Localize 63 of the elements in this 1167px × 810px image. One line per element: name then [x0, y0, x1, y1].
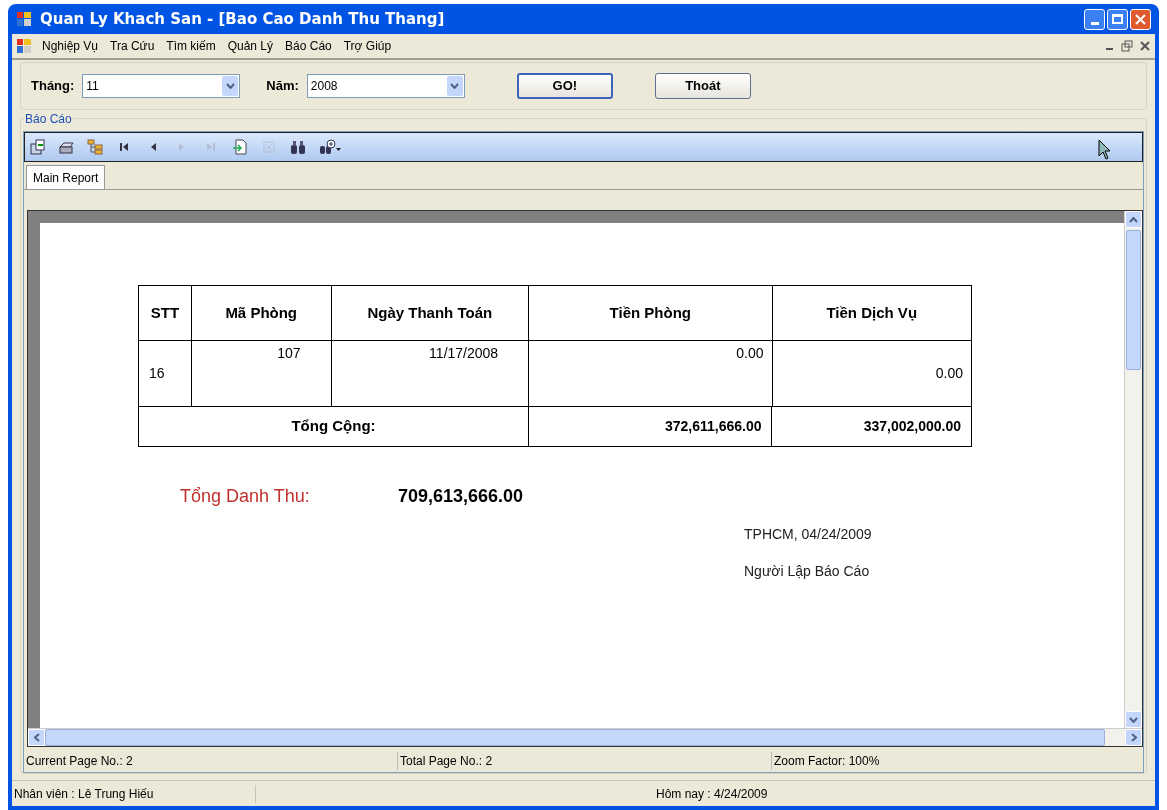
caret-up-icon — [1129, 216, 1138, 223]
go-to-page-icon[interactable] — [232, 139, 248, 155]
scroll-up-button[interactable] — [1125, 211, 1142, 228]
minimize-button[interactable] — [1084, 8, 1105, 30]
place-date: TPHCM, 04/24/2009 — [744, 525, 873, 544]
caret-down-icon — [1129, 716, 1138, 723]
close-button[interactable] — [1130, 8, 1151, 30]
table-cell-text: 16 — [148, 364, 166, 383]
total-label: Tổng Cộng: — [290, 416, 377, 437]
menu-item[interactable]: Nghiệp Vụ — [36, 37, 105, 55]
button[interactable]: Thoát — [654, 73, 751, 99]
grand-total-value: 709,613,666.00 — [398, 485, 524, 508]
binoculars-icon[interactable] — [290, 139, 306, 155]
vertical-scrollbar[interactable] — [1124, 211, 1142, 728]
dropdown[interactable]: 2008 — [306, 74, 465, 98]
dropdown[interactable]: 11 — [82, 74, 241, 98]
window-title: Quan Ly Khach San - [Bao Cao Danh Thu Thang] — [40, 8, 445, 30]
scroll-down-button[interactable] — [1125, 711, 1142, 728]
scroll-left-button[interactable] — [28, 729, 45, 746]
column-header: Mã Phòng — [190, 286, 331, 340]
status-text: Zoom Factor: 100% — [773, 753, 881, 770]
column-header: Ngày Thanh Toán — [330, 286, 529, 340]
table-cell: 107 — [190, 341, 331, 406]
button[interactable]: GO! — [516, 73, 613, 99]
table-cell: 0.00 — [771, 341, 971, 406]
status-text: Current Page No.: 2 — [24, 752, 398, 770]
column-header: STT — [149, 302, 181, 323]
caret-down-icon — [450, 83, 460, 89]
menu-item[interactable]: Quản Lý — [221, 37, 280, 55]
field-label: Tháng: — [31, 77, 75, 96]
status-text: Total Page No.: 2 — [398, 752, 772, 770]
scrollbar-thumb[interactable] — [1126, 230, 1141, 370]
printer-icon[interactable] — [58, 139, 74, 155]
tab[interactable]: Main Report — [26, 165, 106, 189]
cursor-icon — [1098, 139, 1112, 161]
column-header: Tiền Phòng — [528, 286, 772, 340]
menu-item[interactable]: Tìm kiếm — [160, 37, 222, 55]
grand-total-label: Tổng Danh Thu: — [180, 485, 311, 508]
maximize-button[interactable] — [1107, 8, 1128, 30]
table-cell: 0.00 — [528, 341, 772, 406]
table-cell: 11/17/2008 — [330, 341, 529, 406]
export-icon[interactable] — [29, 139, 45, 155]
menu-item[interactable]: Tra Cứu — [104, 37, 161, 55]
total-value: 372,611,666.00 — [528, 407, 772, 446]
total-value: 337,002,000.00 — [771, 407, 971, 446]
tree-icon[interactable] — [87, 139, 103, 155]
close-icon[interactable] — [1139, 40, 1151, 52]
status-text: Nhân viên : Lê Trung Hiếu — [12, 784, 256, 803]
signer-label: Người Lập Báo Cáo — [744, 562, 871, 581]
app-icon — [16, 38, 32, 54]
caret-down-icon — [225, 83, 235, 89]
close-icon — [1135, 13, 1146, 25]
scroll-right-button[interactable] — [1125, 729, 1142, 746]
app-icon — [16, 11, 32, 27]
column-header: Tiền Dịch Vụ — [771, 286, 971, 340]
restore-icon[interactable] — [1121, 40, 1133, 52]
menu-item[interactable]: Báo Cáo — [279, 37, 338, 55]
caret-right-icon — [1130, 733, 1137, 742]
zoom-icon[interactable] — [319, 139, 341, 155]
menu-item[interactable]: Trợ Giúp — [337, 37, 398, 55]
field-label: Năm: — [266, 77, 299, 96]
caret-left-icon — [33, 733, 40, 742]
status-text: Hôm nay : 4/24/2009 — [655, 785, 769, 803]
